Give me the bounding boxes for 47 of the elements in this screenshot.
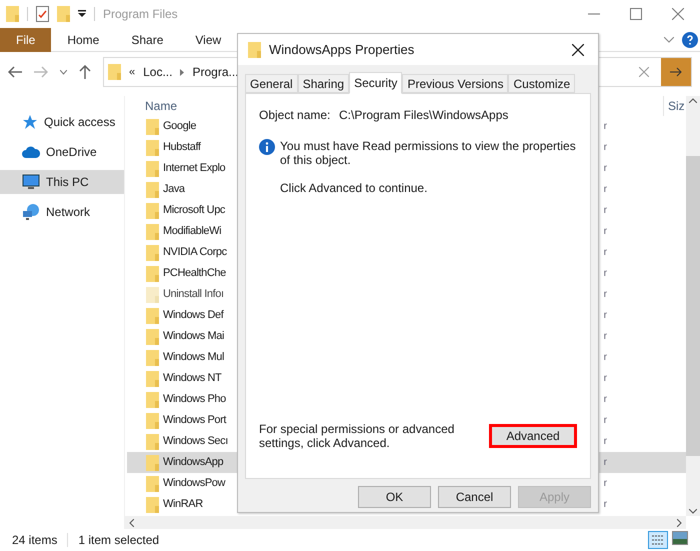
file-name: Windows Mul xyxy=(163,350,224,366)
type-cell-text: r xyxy=(604,246,607,260)
type-cell-text: r xyxy=(604,393,607,407)
type-cell-text: r xyxy=(604,183,607,197)
dialog-title: WindowsApps Properties xyxy=(269,40,414,59)
file-name: ModifiableWi xyxy=(163,224,222,240)
selection-count: 1 item selected xyxy=(78,532,160,549)
file-name: NVIDIA Corpc xyxy=(163,245,227,260)
type-cell-text: r xyxy=(604,351,607,365)
file-name: WinRAR xyxy=(163,497,203,512)
type-cell-text: r xyxy=(604,414,607,428)
file-name: Uninstall Infoı xyxy=(163,287,224,302)
type-cell-text: r xyxy=(604,267,607,281)
file-name: Windows NT xyxy=(163,371,222,386)
type-cell-text: r xyxy=(604,288,607,302)
file-name: Windows Def xyxy=(163,308,224,324)
advanced-description: For special permissions or advanced settings, click Advanced. xyxy=(259,422,456,450)
field-value: C:\Program Files\WindowsApps xyxy=(339,107,508,124)
file-name: Windows Secı xyxy=(163,434,228,450)
file-name: Hubstaff xyxy=(163,140,201,156)
type-cell-text: r xyxy=(604,372,607,386)
file-name: Internet Explo xyxy=(163,161,226,176)
type-cell-text: r xyxy=(604,330,607,344)
file-name: Microsoft Upc xyxy=(163,203,226,218)
info-message: You must have Read permissions to view the properties of this object. xyxy=(280,139,577,167)
file-name: Java xyxy=(163,182,185,198)
field-label: Object name: xyxy=(259,107,332,124)
type-cell-text: r xyxy=(604,477,607,491)
type-cell-text: r xyxy=(604,120,607,134)
file-name: WindowsPow xyxy=(163,476,226,492)
hint-text: Click Advanced to continue. xyxy=(280,180,428,197)
window-title: Program Files xyxy=(103,6,178,23)
file-name: Windows Mai xyxy=(163,329,224,344)
type-cell-text: r xyxy=(604,141,607,155)
file-name: WindowsApp xyxy=(163,455,224,470)
type-cell-text: r xyxy=(604,309,607,323)
file-name: PCHealthChe xyxy=(163,266,226,282)
type-cell-text: r xyxy=(604,162,607,176)
type-cell-text: r xyxy=(604,456,607,470)
type-cell-text: r xyxy=(604,498,607,512)
type-cell-text: r xyxy=(604,204,607,218)
type-cell-text: r xyxy=(604,225,607,239)
file-name: Windows Port xyxy=(163,413,226,428)
file-name: Windows Pho xyxy=(163,392,226,408)
item-count: 24 items xyxy=(12,532,58,549)
file-name: Google xyxy=(163,119,196,134)
type-cell-text: r xyxy=(604,435,607,449)
